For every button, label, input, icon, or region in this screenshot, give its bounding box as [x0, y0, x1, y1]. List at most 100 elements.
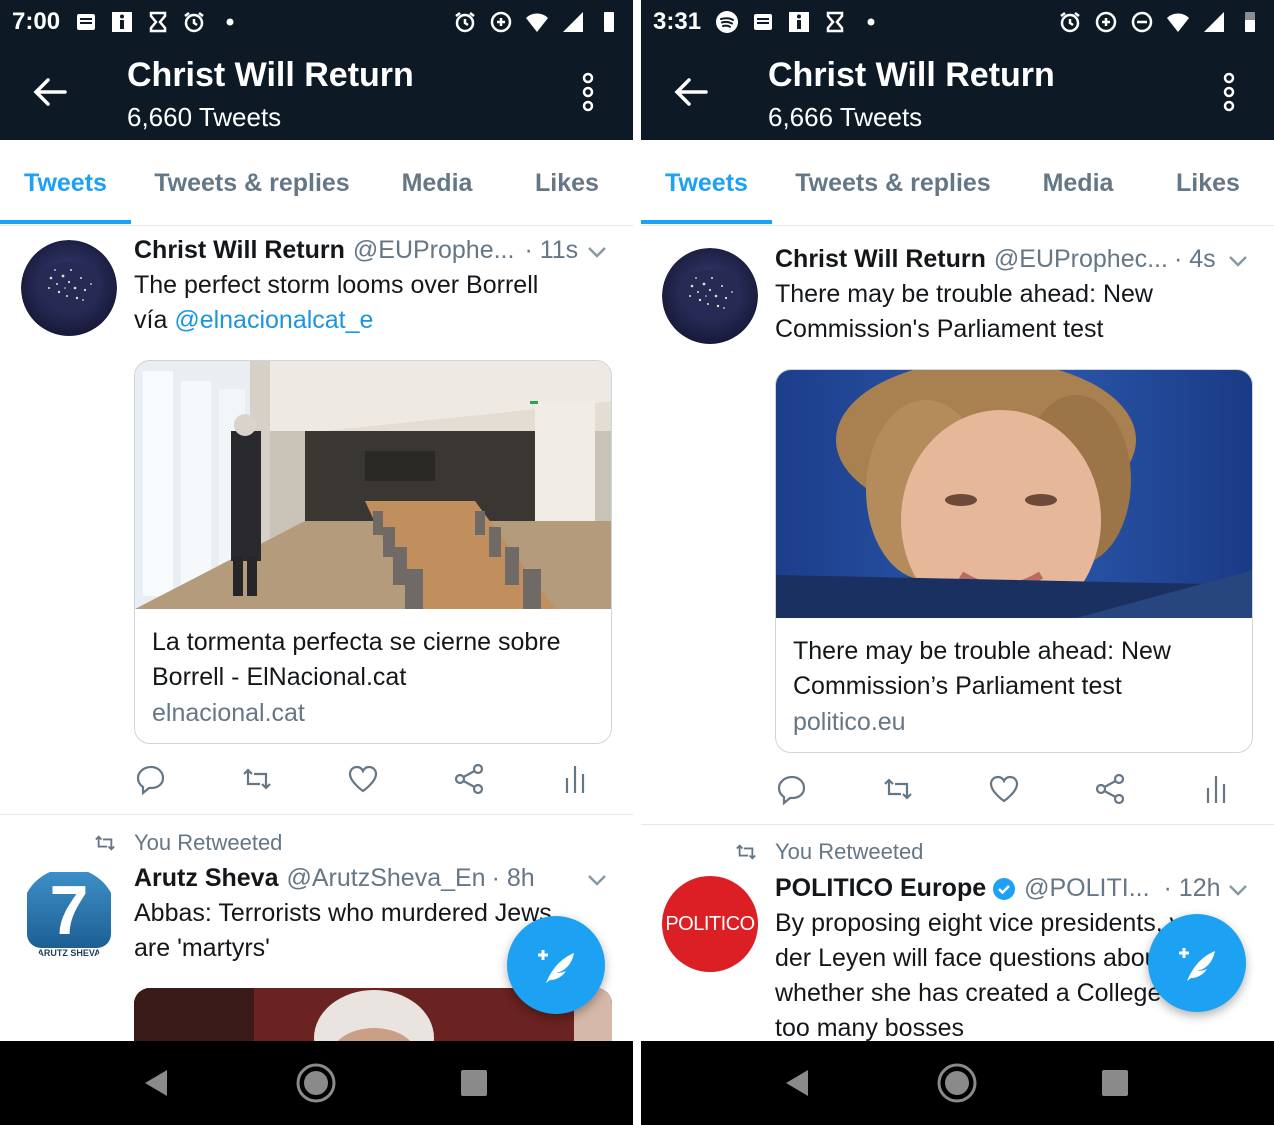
- heart-icon[interactable]: [346, 762, 380, 796]
- card-image: [135, 361, 611, 609]
- reply-icon[interactable]: [775, 772, 809, 806]
- avatar[interactable]: POLITICO: [662, 876, 758, 972]
- tweet-time: · 4s: [1173, 245, 1216, 273]
- do-not-disturb-icon: [1131, 11, 1153, 33]
- profile-tabs: Tweets Tweets & replies Media Likes: [0, 140, 633, 226]
- tab-media[interactable]: Media: [1014, 140, 1142, 226]
- analytics-icon[interactable]: [558, 762, 592, 796]
- nav-recents-button[interactable]: [452, 1061, 496, 1105]
- analytics-icon[interactable]: [1199, 772, 1233, 806]
- avatar[interactable]: [662, 248, 758, 344]
- compose-feather-icon: [538, 950, 574, 983]
- retweet-label: You Retweeted: [134, 830, 283, 855]
- share-icon[interactable]: [452, 762, 486, 796]
- card-title: La tormenta perfecta se cierne sobre Bor…: [152, 628, 561, 691]
- chevron-down-icon[interactable]: [1226, 249, 1250, 273]
- nav-recents-button[interactable]: [1093, 1061, 1137, 1105]
- tweet[interactable]: Christ Will Return @EUProphe... · 11s Th…: [0, 226, 633, 814]
- square-recents-icon: [461, 1070, 487, 1096]
- more-options-button[interactable]: [1209, 66, 1249, 118]
- compose-tweet-button[interactable]: [1148, 914, 1246, 1012]
- share-icon[interactable]: [1093, 772, 1127, 806]
- data-saver-icon: [1095, 11, 1117, 33]
- compose-tweet-button[interactable]: [507, 916, 605, 1014]
- avatar[interactable]: 7 ARUTZ SHEVA: [21, 868, 117, 964]
- tab-tweets[interactable]: Tweets: [641, 140, 772, 226]
- status-time: 3:31: [653, 8, 702, 35]
- retweet-icon[interactable]: [881, 772, 915, 806]
- verified-badge-icon: [993, 877, 1016, 900]
- phone-screen-left: 7:00 Christ Will Return 6,660 Tweets Twe…: [0, 0, 633, 1125]
- tweet-header: Christ Will Return @EUProphec... · 4s: [775, 245, 1250, 274]
- profile-title: Christ Will Return: [768, 56, 1055, 94]
- tab-tweets-replies[interactable]: Tweets & replies: [772, 140, 1014, 226]
- tab-likes[interactable]: Likes: [501, 140, 633, 226]
- system-nav-bar: [641, 1041, 1274, 1125]
- card-title: There may be trouble ahead: New Commissi…: [793, 637, 1171, 700]
- author-name[interactable]: Christ Will Return: [134, 236, 345, 265]
- nav-home-button[interactable]: [935, 1061, 979, 1105]
- tab-tweets-replies[interactable]: Tweets & replies: [131, 140, 373, 226]
- status-bar: 3:31: [641, 0, 1274, 44]
- more-options-button[interactable]: [568, 66, 608, 118]
- square-recents-icon: [1102, 1070, 1128, 1096]
- info-icon: [789, 12, 810, 32]
- nav-back-button[interactable]: [134, 1061, 178, 1105]
- tab-media[interactable]: Media: [373, 140, 501, 226]
- reply-icon[interactable]: [134, 762, 168, 796]
- tweet-body: The perfect storm looms over Borrell: [134, 271, 539, 299]
- tweet-time: · 8h: [491, 864, 535, 892]
- chevron-down-icon[interactable]: [585, 868, 609, 892]
- avatar-glyph: 7: [49, 871, 89, 949]
- author-handle[interactable]: @EUProphec...: [994, 245, 1168, 274]
- heart-icon[interactable]: [987, 772, 1021, 806]
- link-card[interactable]: There may be trouble ahead: New Commissi…: [775, 369, 1253, 753]
- tweet-text: There may be trouble ahead: New Commissi…: [775, 280, 1153, 343]
- back-button[interactable]: [24, 68, 76, 116]
- tweet-count: 6,660 Tweets: [127, 102, 282, 132]
- author-handle[interactable]: @EUProphe...: [353, 236, 515, 265]
- via-label: vía: [134, 306, 168, 334]
- wifi-icon: [526, 13, 548, 32]
- tab-tweets[interactable]: Tweets: [0, 140, 131, 226]
- signal-icon: [563, 12, 583, 32]
- news-icon: [754, 14, 773, 30]
- chevron-down-icon[interactable]: [1226, 878, 1250, 902]
- chevron-down-icon[interactable]: [585, 240, 609, 264]
- card-domain: politico.eu: [793, 708, 906, 736]
- divider: [641, 824, 1274, 825]
- author-handle[interactable]: @ArutzSheva_En: [286, 864, 485, 893]
- hourglass-icon: [826, 11, 844, 33]
- tweet-text: The perfect storm looms over Borrell vía…: [134, 268, 604, 338]
- author-name[interactable]: Arutz Sheva: [134, 864, 278, 893]
- card-image: [776, 370, 1252, 618]
- author-name[interactable]: Christ Will Return: [775, 245, 986, 274]
- profile-title: Christ Will Return: [127, 56, 414, 94]
- info-icon: [112, 12, 133, 32]
- tweet[interactable]: Christ Will Return @EUProphec... · 4s Th…: [641, 226, 1274, 824]
- data-saver-icon: [490, 11, 512, 33]
- back-button[interactable]: [665, 68, 717, 116]
- divider: [0, 814, 633, 815]
- tweet-time: · 12h: [1163, 874, 1221, 902]
- nav-back-button[interactable]: [775, 1061, 819, 1105]
- tab-indicator: [641, 220, 772, 224]
- nav-home-button[interactable]: [294, 1061, 338, 1105]
- tweet-actions: [134, 762, 604, 802]
- retweet-icon[interactable]: [240, 762, 274, 796]
- author-handle[interactable]: @POLITI...: [1024, 874, 1149, 903]
- system-nav-bar: [0, 1041, 633, 1125]
- author-name[interactable]: POLITICO Europe: [775, 874, 986, 903]
- tweet-count: 6,666 Tweets: [768, 102, 923, 132]
- arrow-left-icon: [33, 78, 67, 106]
- link-card[interactable]: La tormenta perfecta se cierne sobre Bor…: [134, 360, 612, 744]
- screenshot-divider: [633, 0, 641, 1125]
- tab-likes[interactable]: Likes: [1142, 140, 1274, 226]
- app-bar: Christ Will Return 6,666 Tweets: [641, 44, 1274, 140]
- tweet-header: POLITICO Europe @POLITI... · 12h: [775, 874, 1250, 903]
- politico-logo-text: POLITICO: [665, 912, 755, 935]
- avatar[interactable]: [21, 240, 117, 336]
- tab-indicator: [0, 220, 131, 224]
- europe-night-map-image: [662, 248, 758, 344]
- mention-link[interactable]: @elnacionalcat_e: [174, 306, 373, 334]
